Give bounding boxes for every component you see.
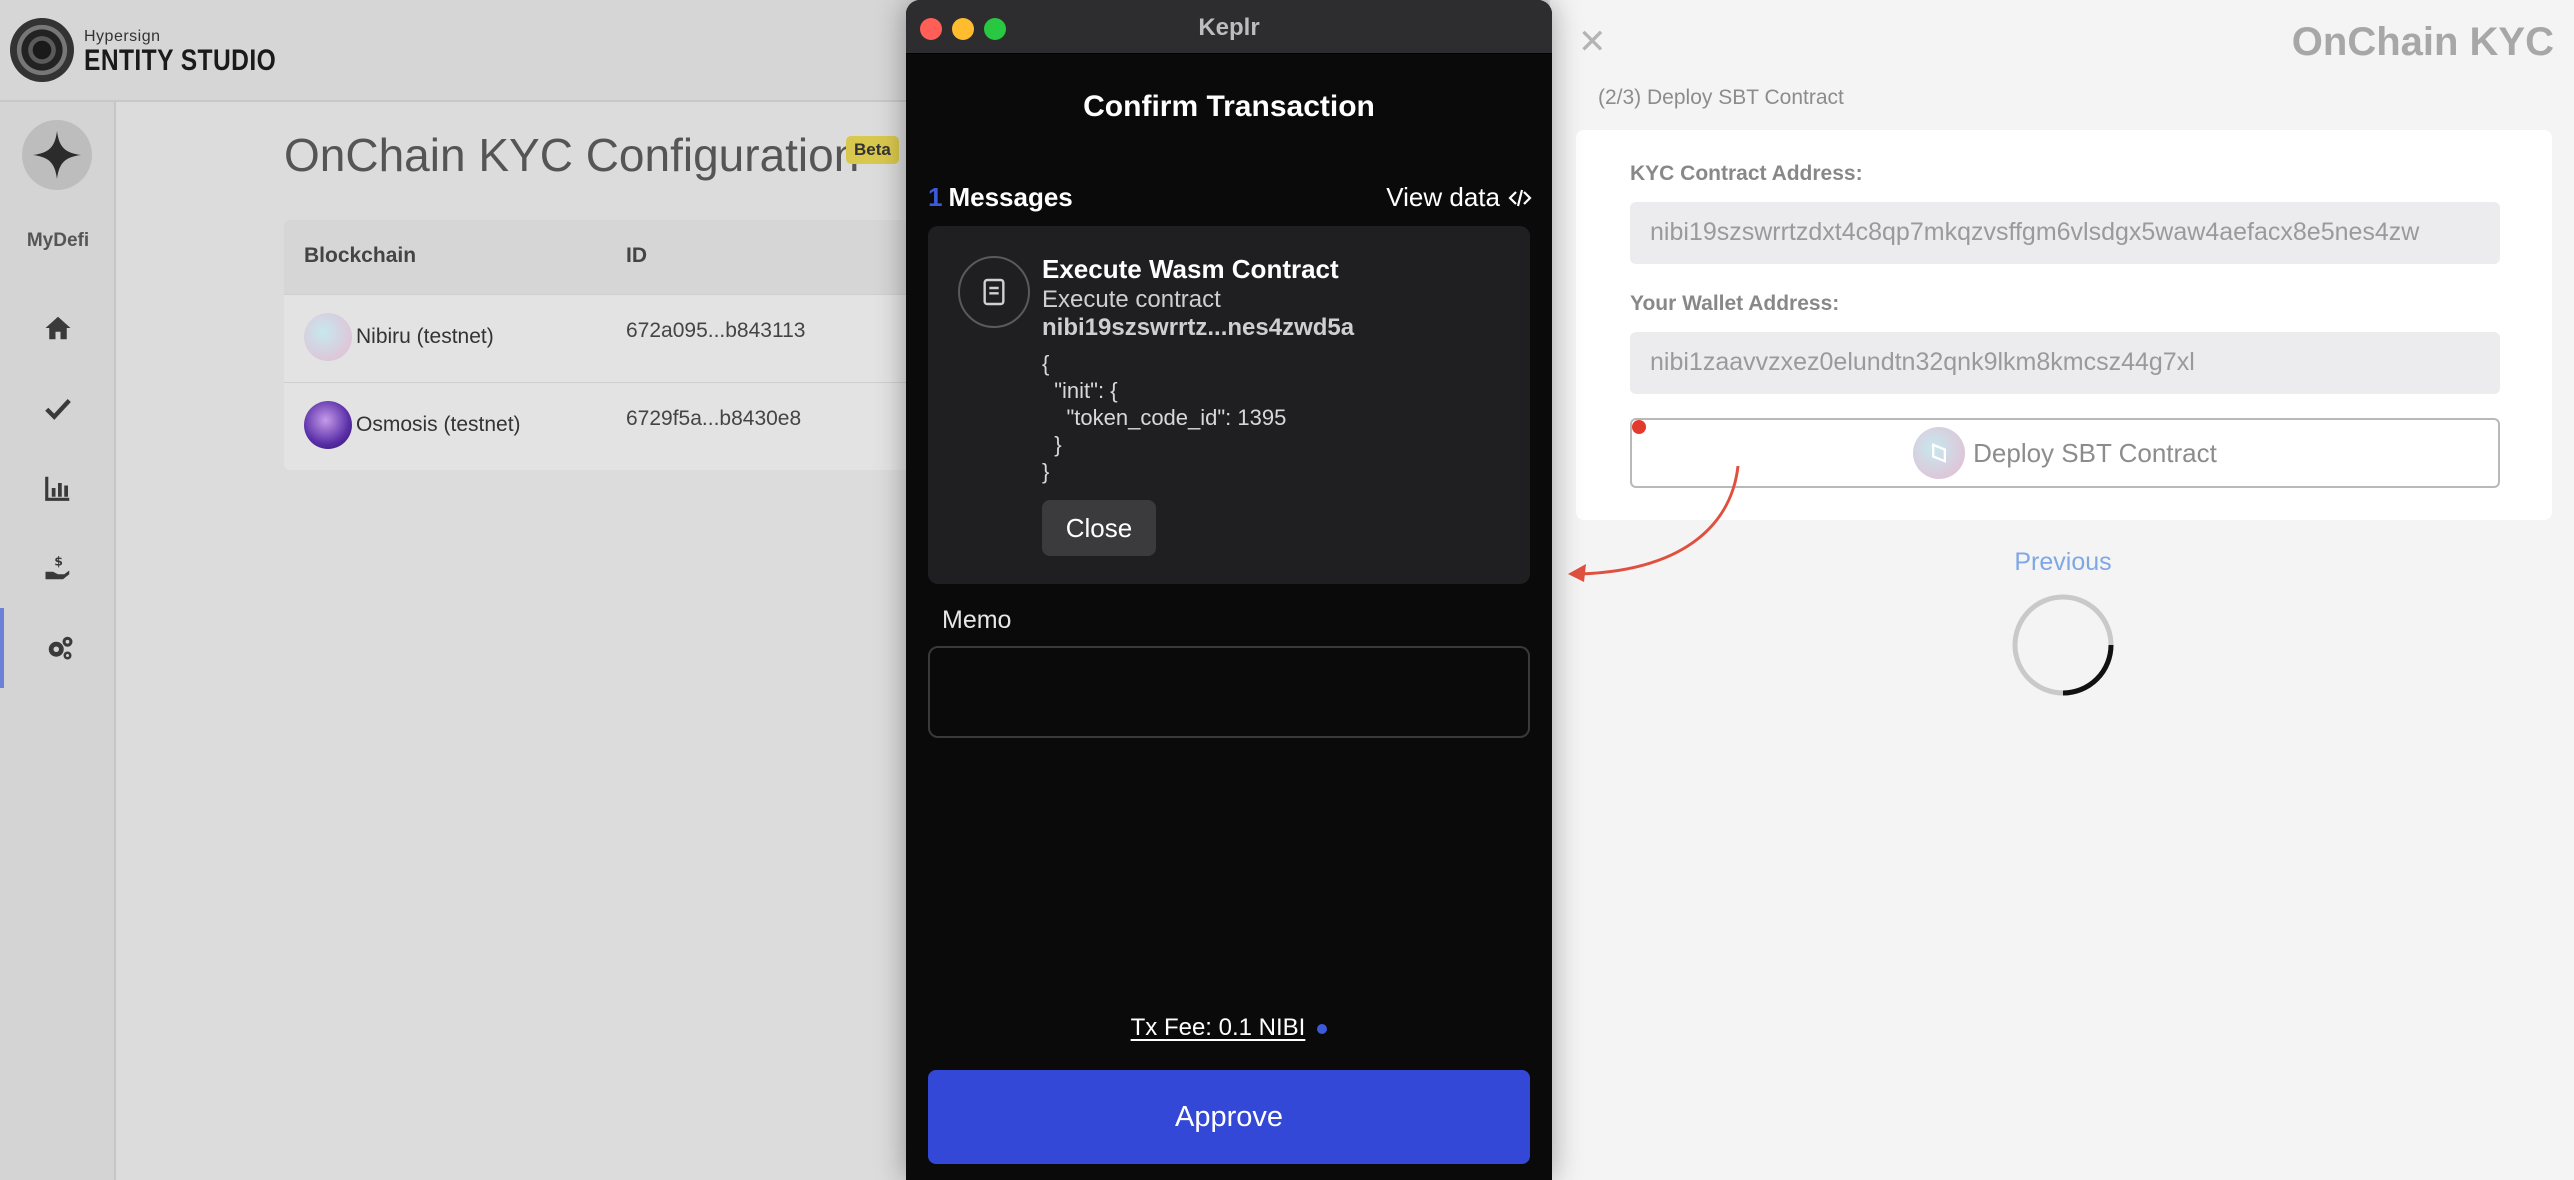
step-indicator: (2/3) Deploy SBT Contract [1598, 86, 1844, 109]
home-icon [45, 316, 71, 340]
page-title: OnChain KYC Configuration [284, 129, 860, 181]
view-data-label: View data [1386, 182, 1500, 212]
nibiru-logo-icon [304, 313, 352, 361]
sidebar-item-analytics[interactable] [0, 448, 116, 528]
sidebar: MyDefi $ [0, 102, 116, 1180]
message-json: { "init": { "token_code_id": 1395 } } [1042, 351, 1287, 484]
sidebar-item-home[interactable] [0, 288, 116, 368]
confirm-transaction-title: Confirm Transaction [1083, 90, 1375, 123]
deploy-sbt-button[interactable]: Deploy SBT Contract [1630, 418, 2500, 488]
document-icon [958, 256, 1030, 328]
chain-id: 672a095...b843113 [626, 319, 806, 342]
chart-icon [45, 476, 70, 501]
chain-name: Nibiru (testnet) [356, 325, 494, 348]
sidebar-item-verifications[interactable] [0, 368, 116, 448]
table-row[interactable]: Nibiru (testnet) 672a095...b843113 [284, 294, 924, 382]
chain-name: Osmosis (testnet) [356, 413, 521, 436]
window-title: Keplr [1198, 14, 1260, 41]
message-count-number: 1 [928, 182, 943, 212]
tx-fee-text: Tx Fee: 0.1 NIBI [1130, 1014, 1306, 1041]
approve-button[interactable]: Approve [928, 1070, 1530, 1164]
contract-address: nibi19szswrrtz...nes4zwd5a [1042, 314, 1355, 341]
view-data-button[interactable]: View data [1386, 182, 1532, 213]
org-avatar[interactable] [22, 120, 92, 190]
column-header-id: ID [626, 244, 647, 267]
nibiru-logo-icon [1913, 427, 1966, 479]
table-row[interactable]: Osmosis (testnet) 6729f5a...b8430e8 [284, 382, 924, 470]
wallet-address-label: Your Wallet Address: [1630, 292, 1840, 315]
blockchain-table: Blockchain ID Nibiru (testnet) 672a095..… [284, 220, 924, 470]
message-title: Execute Wasm Contract [1042, 254, 1339, 284]
onchain-kyc-panel: ✕ OnChain KYC (2/3) Deploy SBT Contract … [1548, 0, 2574, 1180]
beta-badge: Beta [846, 136, 899, 164]
settings-gears-icon [48, 636, 73, 660]
keplr-window: Keplr Confirm Transaction 1 Messages View… [906, 0, 1552, 1180]
kyc-contract-address-field[interactable]: nibi19szswrrtzdxt4c8qp7mkqzvsffgm6vlsdgx… [1630, 202, 2500, 264]
osmosis-logo-icon [304, 401, 352, 449]
memo-label: Memo [942, 606, 1012, 634]
message-card: Execute Wasm Contract Execute contract n… [928, 226, 1530, 584]
code-icon [1508, 189, 1532, 206]
messages-label: Messages [948, 182, 1073, 212]
svg-text:$: $ [54, 554, 63, 569]
message-subtitle: Execute contract [1042, 286, 1221, 313]
chain-id: 6729f5a...b8430e8 [626, 407, 802, 430]
payment-hand-icon: $ [45, 554, 70, 580]
star-logo-icon [33, 131, 81, 179]
memo-input[interactable] [928, 646, 1530, 738]
table-header: Blockchain ID [284, 220, 924, 294]
fee-indicator-dot [1317, 1023, 1328, 1034]
close-button[interactable]: Close [1042, 500, 1156, 556]
org-name: MyDefi [26, 230, 90, 251]
kyc-contract-label: KYC Contract Address: [1630, 162, 1863, 185]
check-icon [45, 399, 71, 420]
panel-title: OnChain KYC [2291, 20, 2554, 64]
tx-fee[interactable]: Tx Fee: 0.1 NIBI [906, 1014, 1552, 1042]
annotation-arrow-icon [1568, 465, 1740, 582]
loading-spinner-icon [2012, 594, 2114, 696]
sidebar-item-settings[interactable] [0, 608, 116, 688]
deploy-sbt-label: Deploy SBT Contract [1973, 437, 2217, 468]
sidebar-item-billing[interactable]: $ [0, 528, 116, 608]
logo-brand-title: ENTITY STUDIO [84, 44, 277, 77]
column-header-blockchain: Blockchain [304, 244, 417, 267]
app-logo-icon [10, 18, 74, 82]
wallet-address-field[interactable]: nibi1zaavvzxez0elundtn32qnk9lkm8kmcsz44g… [1630, 332, 2500, 394]
close-icon[interactable]: ✕ [1578, 22, 1607, 62]
message-count: 1 Messages [928, 182, 1073, 213]
annotation-dot [1632, 420, 1646, 434]
keplr-titlebar: Keplr [906, 0, 1552, 54]
